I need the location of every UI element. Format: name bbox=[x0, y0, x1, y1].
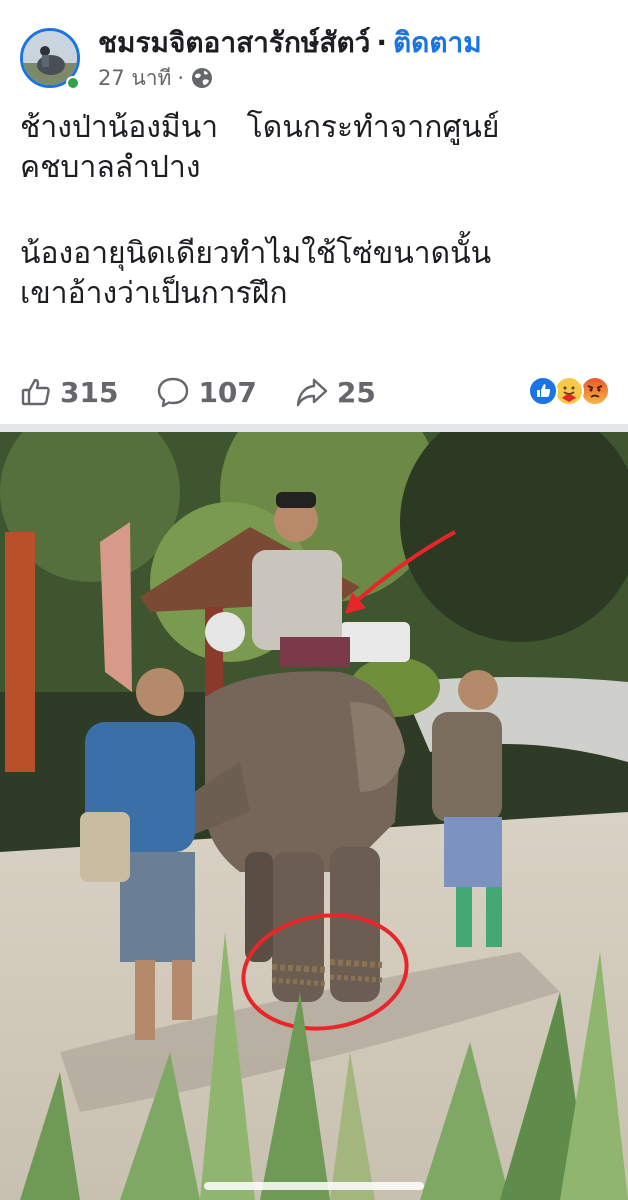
like-reaction-icon bbox=[528, 376, 558, 406]
share-icon bbox=[295, 376, 329, 408]
page-name-row: ชมรมจิตอาสารักษ์สัตว์ · ติดตาม bbox=[98, 24, 482, 62]
engagement-bar: 315 107 25 bbox=[20, 370, 612, 414]
comment-count: 107 bbox=[198, 375, 257, 409]
care-reaction-icon bbox=[554, 376, 584, 406]
post-meta: 27 นาที · bbox=[98, 64, 214, 92]
angry-reaction-icon bbox=[580, 376, 610, 406]
share-action[interactable]: 25 bbox=[295, 376, 376, 409]
meta-separator: · bbox=[177, 66, 185, 90]
post-message: ช้างป่าน้องมีนา โดนกระทำจากศูนย์ คชบาลลำ… bbox=[20, 108, 610, 314]
post-photo[interactable] bbox=[0, 432, 628, 1200]
page-name[interactable]: ชมรมจิตอาสารักษ์สัตว์ bbox=[98, 26, 370, 59]
share-count: 25 bbox=[336, 375, 376, 409]
comment-icon bbox=[156, 376, 190, 408]
post-time[interactable]: 27 นาที bbox=[98, 64, 171, 92]
post-line-2: คชบาลลำปาง bbox=[20, 150, 201, 185]
post-line-3: น้องอายุนิดเดียวทำไมใช้โซ่ขนาดนั้น bbox=[20, 236, 492, 271]
follow-button[interactable]: ติดตาม bbox=[393, 26, 482, 59]
post-line-4: เขาอ้างว่าเป็นการฝึก bbox=[20, 276, 288, 311]
post-header: ชมรมจิตอาสารักษ์สัตว์ · ติดตาม 27 นาที · bbox=[0, 0, 628, 100]
online-status-dot bbox=[66, 76, 80, 90]
like-action[interactable]: 315 bbox=[20, 376, 118, 409]
thumbs-up-icon bbox=[20, 376, 52, 408]
globe-icon bbox=[190, 66, 214, 90]
post-line-1: ช้างป่าน้องมีนา โดนกระทำจากศูนย์ bbox=[20, 110, 500, 145]
home-indicator[interactable] bbox=[204, 1182, 424, 1190]
reaction-summary[interactable] bbox=[528, 376, 612, 408]
comment-action[interactable]: 107 bbox=[156, 375, 257, 409]
like-count: 315 bbox=[60, 375, 119, 409]
section-divider bbox=[0, 424, 628, 432]
header-separator: · bbox=[376, 26, 387, 59]
